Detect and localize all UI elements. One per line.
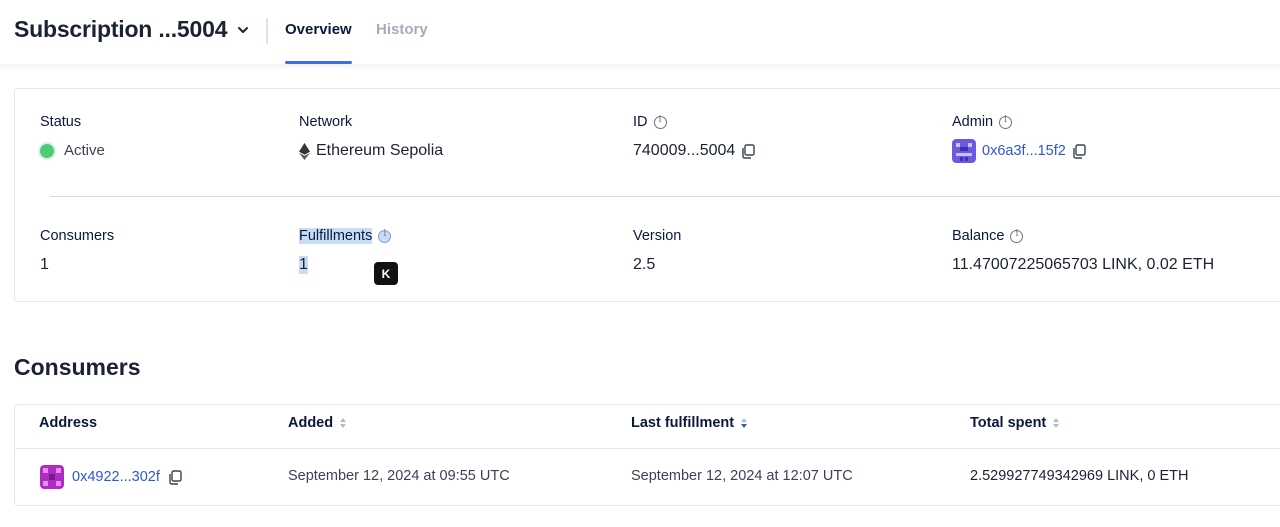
balance-label: Balance [952, 228, 1024, 244]
header-divider [266, 18, 268, 44]
network-label: Network [299, 114, 353, 130]
column-header-address: Address [39, 415, 98, 431]
admin-label: Admin [952, 114, 1013, 130]
table-cell-total-spent: 2.529927749342969 LINK, 0 ETH [970, 468, 1189, 484]
table-cell-last-fulfillment: September 12, 2024 at 12:07 UTC [631, 468, 853, 484]
consumers-section-title: Consumers [14, 354, 141, 380]
consumers-label: Consumers [40, 228, 115, 244]
consumer-avatar [40, 465, 64, 489]
chevron-down-icon [238, 26, 249, 33]
copy-icon[interactable] [168, 469, 182, 485]
column-header-last-fulfillment[interactable]: Last fulfillment [631, 415, 748, 431]
column-header-total-spent[interactable]: Total spent [970, 415, 1060, 431]
top-bar: Subscription ...5004 Overview History [0, 0, 1280, 64]
id-label: ID [633, 114, 667, 130]
network-value: Ethereum Sepolia [299, 142, 443, 160]
tab-history[interactable]: History [376, 21, 428, 38]
consumers-value: 1 [40, 256, 49, 273]
status-value: Active [40, 142, 105, 159]
column-header-added[interactable]: Added [288, 415, 347, 431]
card-divider [50, 196, 1280, 197]
fulfillments-value: 1 [299, 256, 308, 274]
admin-address-link[interactable]: 0x6a3f...15f2 [982, 143, 1066, 159]
balance-value: 11.47007225065703 LINK, 0.02 ETH [952, 256, 1215, 273]
sort-descending-icon[interactable] [740, 417, 748, 429]
info-icon[interactable] [378, 229, 392, 243]
version-value: 2.5 [633, 256, 656, 273]
k-badge-icon[interactable]: K [374, 262, 398, 285]
consumer-address-link[interactable]: 0x4922...302f [72, 469, 160, 485]
fulfillments-label: Fulfillments [299, 228, 392, 244]
tab-overview[interactable]: Overview [285, 21, 352, 38]
page-title: Subscription ...5004 [14, 16, 228, 42]
id-value: 740009...5004 [633, 142, 756, 160]
active-tab-indicator [285, 61, 352, 64]
version-label: Version [633, 228, 682, 244]
copy-icon[interactable] [741, 143, 756, 159]
status-active-icon [40, 143, 54, 158]
sort-icon[interactable] [339, 417, 347, 429]
info-icon[interactable] [1010, 229, 1024, 243]
sort-icon[interactable] [1052, 417, 1060, 429]
info-icon[interactable] [999, 115, 1013, 129]
table-row-address: 0x4922...302f [40, 465, 182, 489]
admin-value: 0x6a3f...15f2 [952, 139, 1086, 163]
ethereum-icon [299, 142, 310, 160]
copy-icon[interactable] [1072, 143, 1086, 159]
status-label: Status [40, 114, 82, 130]
table-cell-added: September 12, 2024 at 09:55 UTC [288, 468, 510, 484]
subscription-selector[interactable]: Subscription ...5004 [14, 16, 251, 43]
admin-avatar [952, 139, 976, 163]
info-icon[interactable] [653, 115, 667, 129]
